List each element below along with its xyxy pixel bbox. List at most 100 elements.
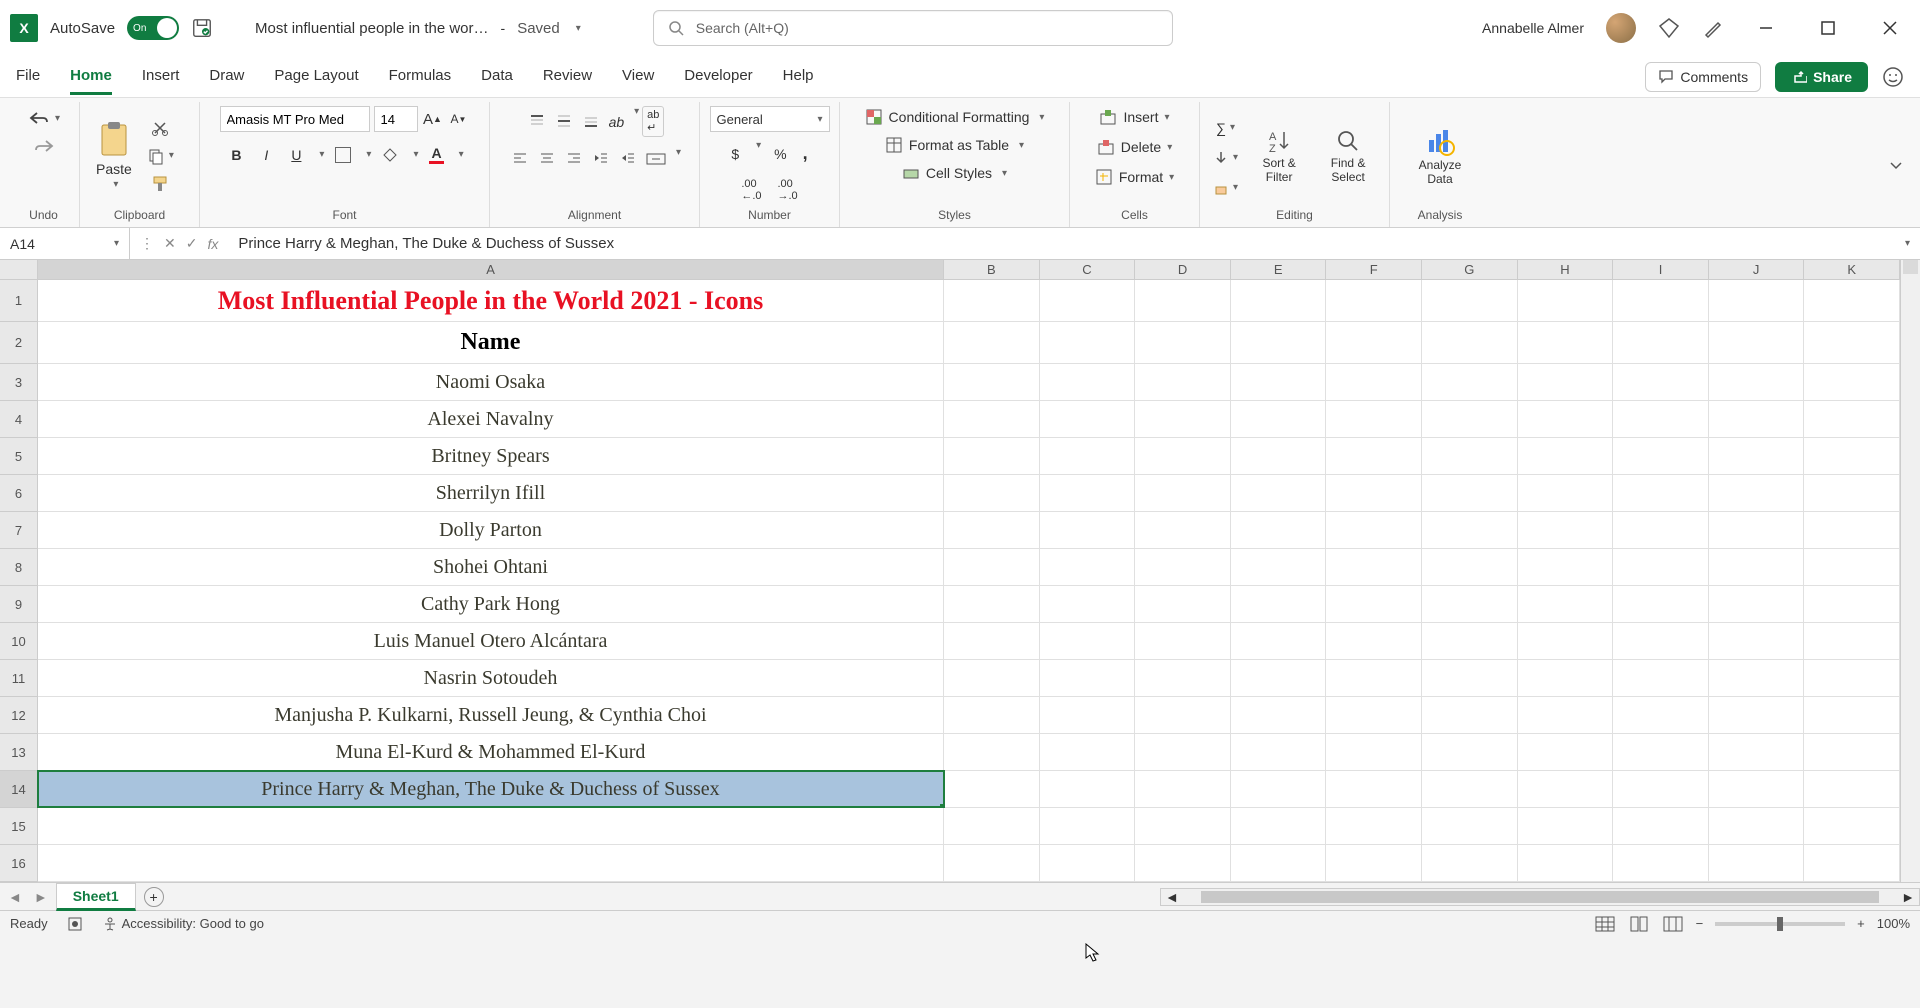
cell-K7[interactable]: [1804, 512, 1900, 548]
column-header-F[interactable]: F: [1326, 260, 1422, 279]
cell-K12[interactable]: [1804, 697, 1900, 733]
cell-D3[interactable]: [1135, 364, 1231, 400]
borders-button[interactable]: [332, 144, 354, 166]
cell-K3[interactable]: [1804, 364, 1900, 400]
cell-K6[interactable]: [1804, 475, 1900, 511]
cell-D11[interactable]: [1135, 660, 1231, 696]
menu-tab-draw[interactable]: Draw: [209, 59, 244, 95]
cell-E12[interactable]: [1231, 697, 1327, 733]
row-header-9[interactable]: 9: [0, 586, 38, 623]
autosum-button[interactable]: ∑▾: [1210, 117, 1241, 139]
cell-B2[interactable]: [944, 322, 1040, 363]
cell-I16[interactable]: [1613, 845, 1709, 881]
cell-E7[interactable]: [1231, 512, 1327, 548]
cell-C3[interactable]: [1040, 364, 1136, 400]
cell-J15[interactable]: [1709, 808, 1805, 844]
cell-B10[interactable]: [944, 623, 1040, 659]
paste-button[interactable]: Paste▾: [90, 117, 138, 194]
italic-button[interactable]: I: [255, 144, 277, 166]
align-right-button[interactable]: [562, 147, 586, 171]
enter-formula-button[interactable]: ✓: [186, 235, 198, 252]
cell-I7[interactable]: [1613, 512, 1709, 548]
cell-B14[interactable]: [944, 771, 1040, 807]
row-header-11[interactable]: 11: [0, 660, 38, 697]
cell-I8[interactable]: [1613, 549, 1709, 585]
orientation-button[interactable]: ab: [606, 106, 628, 137]
wrap-text-button[interactable]: ab↵: [642, 106, 664, 137]
find-select-button[interactable]: Find & Select: [1317, 124, 1379, 188]
cell-G5[interactable]: [1422, 438, 1518, 474]
cell-I12[interactable]: [1613, 697, 1709, 733]
number-format-select[interactable]: General▾: [710, 106, 830, 132]
cell-D2[interactable]: [1135, 322, 1231, 363]
increase-decimal-button[interactable]: .00←.0: [738, 175, 764, 205]
cell-D8[interactable]: [1135, 549, 1231, 585]
cell-E2[interactable]: [1231, 322, 1327, 363]
bold-button[interactable]: B: [225, 144, 247, 166]
cell-B13[interactable]: [944, 734, 1040, 770]
cell-G12[interactable]: [1422, 697, 1518, 733]
cell-C11[interactable]: [1040, 660, 1136, 696]
cell-styles-button[interactable]: Cell Styles▾: [898, 162, 1011, 184]
column-header-E[interactable]: E: [1231, 260, 1327, 279]
cell-J7[interactable]: [1709, 512, 1805, 548]
cell-E6[interactable]: [1231, 475, 1327, 511]
cell-A7[interactable]: Dolly Parton: [38, 512, 944, 548]
sheet-tab-active[interactable]: Sheet1: [56, 883, 136, 911]
decrease-indent-button[interactable]: [589, 147, 613, 171]
cell-D9[interactable]: [1135, 586, 1231, 622]
row-header-7[interactable]: 7: [0, 512, 38, 549]
cell-A11[interactable]: Nasrin Sotoudeh: [38, 660, 944, 696]
column-header-C[interactable]: C: [1040, 260, 1136, 279]
cell-D14[interactable]: [1135, 771, 1231, 807]
cell-G6[interactable]: [1422, 475, 1518, 511]
cell-I3[interactable]: [1613, 364, 1709, 400]
cell-I6[interactable]: [1613, 475, 1709, 511]
cell-E15[interactable]: [1231, 808, 1327, 844]
cell-C5[interactable]: [1040, 438, 1136, 474]
cell-A2[interactable]: Name: [38, 322, 944, 363]
cell-C4[interactable]: [1040, 401, 1136, 437]
cell-E1[interactable]: [1231, 280, 1327, 321]
menu-tab-file[interactable]: File: [16, 59, 40, 95]
title-dropdown-icon[interactable]: ▾: [576, 23, 581, 34]
cell-H11[interactable]: [1518, 660, 1614, 696]
cell-H8[interactable]: [1518, 549, 1614, 585]
cell-C2[interactable]: [1040, 322, 1136, 363]
cell-I2[interactable]: [1613, 322, 1709, 363]
cell-H10[interactable]: [1518, 623, 1614, 659]
cell-D10[interactable]: [1135, 623, 1231, 659]
cell-K8[interactable]: [1804, 549, 1900, 585]
menu-tab-home[interactable]: Home: [70, 59, 112, 95]
row-header-8[interactable]: 8: [0, 549, 38, 586]
cell-K4[interactable]: [1804, 401, 1900, 437]
row-header-16[interactable]: 16: [0, 845, 38, 882]
cell-J10[interactable]: [1709, 623, 1805, 659]
cell-A8[interactable]: Shohei Ohtani: [38, 549, 944, 585]
cell-G8[interactable]: [1422, 549, 1518, 585]
conditional-formatting-button[interactable]: Conditional Formatting▾: [861, 106, 1049, 128]
close-button[interactable]: [1870, 8, 1910, 48]
cell-F3[interactable]: [1326, 364, 1422, 400]
cell-D16[interactable]: [1135, 845, 1231, 881]
font-name-select[interactable]: [220, 106, 370, 132]
macro-record-icon[interactable]: [66, 915, 84, 933]
expand-formula-bar-button[interactable]: ▾: [1895, 238, 1920, 249]
cell-J2[interactable]: [1709, 322, 1805, 363]
cell-H2[interactable]: [1518, 322, 1614, 363]
zoom-in-button[interactable]: +: [1857, 916, 1865, 931]
format-cells-button[interactable]: Format▾: [1093, 166, 1176, 188]
cell-J11[interactable]: [1709, 660, 1805, 696]
pen-icon[interactable]: [1702, 17, 1724, 39]
cell-B6[interactable]: [944, 475, 1040, 511]
cell-D4[interactable]: [1135, 401, 1231, 437]
fill-button[interactable]: ▾: [1210, 147, 1241, 169]
cell-E9[interactable]: [1231, 586, 1327, 622]
cell-I1[interactable]: [1613, 280, 1709, 321]
cell-E11[interactable]: [1231, 660, 1327, 696]
collapse-ribbon-button[interactable]: [1880, 102, 1912, 227]
user-avatar[interactable]: [1606, 13, 1636, 43]
cell-F9[interactable]: [1326, 586, 1422, 622]
cell-G15[interactable]: [1422, 808, 1518, 844]
cell-G16[interactable]: [1422, 845, 1518, 881]
